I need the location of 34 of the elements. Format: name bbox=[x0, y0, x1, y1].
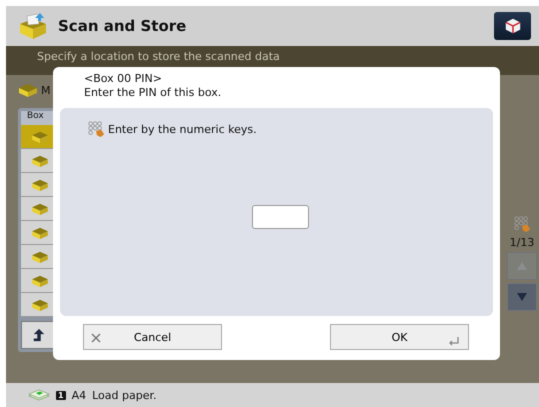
keypad-icon bbox=[87, 120, 105, 138]
screen-title: Scan and Store bbox=[58, 17, 188, 35]
dialog-title: <Box 00 PIN> bbox=[84, 72, 163, 86]
box-icon bbox=[31, 178, 49, 192]
tray-number: 1 bbox=[56, 390, 66, 400]
page-down-button[interactable] bbox=[507, 283, 537, 311]
instruction-text: Specify a location to store the scanned data bbox=[37, 51, 280, 63]
cube-icon bbox=[504, 17, 522, 35]
pin-field[interactable] bbox=[252, 205, 309, 229]
keypad-icon bbox=[513, 215, 531, 233]
hint-text: Enter by the numeric keys. bbox=[108, 122, 257, 136]
box-icon bbox=[18, 12, 48, 40]
cube-button[interactable] bbox=[494, 12, 531, 40]
box-icon bbox=[18, 82, 38, 98]
paper-stack-icon bbox=[28, 388, 50, 402]
box-icon bbox=[31, 130, 49, 144]
box-icon bbox=[31, 226, 49, 240]
return-icon bbox=[448, 336, 460, 346]
dialog-message: Enter the PIN of this box. bbox=[84, 86, 222, 100]
box-icon bbox=[31, 154, 49, 168]
close-icon bbox=[91, 333, 101, 343]
box-icon bbox=[31, 202, 49, 216]
box-icon bbox=[31, 274, 49, 288]
box-icon bbox=[31, 298, 49, 312]
location-label: M bbox=[41, 84, 50, 96]
paper-size: A4 bbox=[72, 388, 86, 402]
column-header: Box bbox=[27, 111, 44, 121]
down-triangle-icon bbox=[517, 293, 527, 301]
up-arrow-icon bbox=[32, 328, 46, 342]
status-message: Load paper. bbox=[92, 388, 156, 402]
box-icon bbox=[31, 250, 49, 264]
page-counter: 1/13 bbox=[510, 236, 534, 249]
ok-button[interactable]: OK bbox=[330, 324, 469, 350]
cancel-button[interactable]: Cancel bbox=[83, 324, 222, 350]
